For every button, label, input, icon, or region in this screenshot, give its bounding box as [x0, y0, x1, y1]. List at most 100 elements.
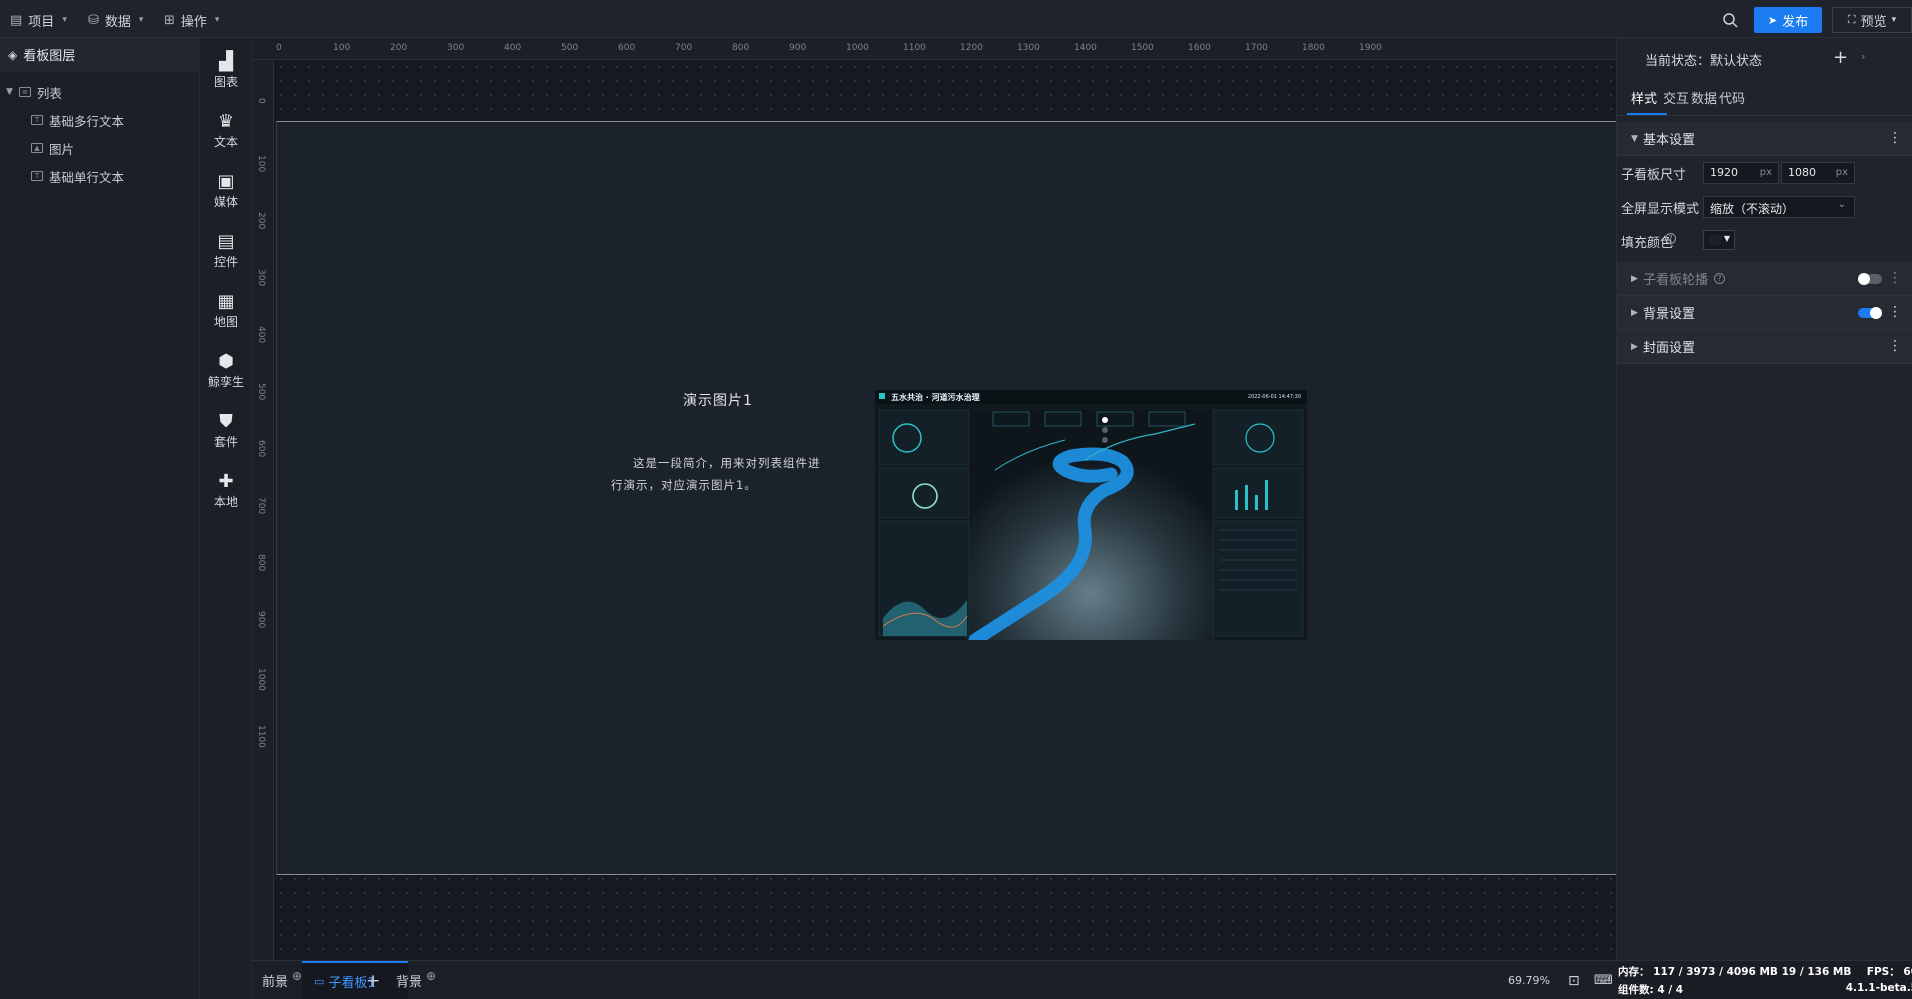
chevron-down-icon: ▾: [62, 15, 67, 25]
properties-panel: 当前状态：默认状态 + › 样式 交互 数据 代码 ▼ 基本设置 ⋮ 子看板尺寸…: [1616, 38, 1912, 960]
fullscreen-mode-select[interactable]: 缩放（不滚动） ⌄: [1703, 196, 1855, 218]
chevron-right-icon[interactable]: ›: [1861, 50, 1865, 63]
component-local[interactable]: ✚ 本地: [200, 466, 252, 516]
fullscreen-icon: ⛶: [1847, 13, 1856, 26]
layer-item-multiline-text[interactable]: T 基础多行文本: [0, 106, 199, 134]
carousel-dot[interactable]: [1102, 427, 1108, 433]
background-toggle[interactable]: [1858, 307, 1882, 319]
canvas-area[interactable]: 0 100 200 300 400 500 600 700 800 900 1000 1100 1200…: [252, 38, 1616, 960]
layer-group-list[interactable]: ▼ ≡ 列表: [0, 78, 199, 106]
board-height-input[interactable]: 1080 px: [1781, 162, 1855, 184]
fullscreen-mode-value: 缩放（不滚动）: [1710, 202, 1795, 216]
menu-data[interactable]: ⛁ 数据 ▾: [88, 10, 143, 30]
component-kit-label: 套件: [213, 434, 238, 449]
ruler-tick-label: 100: [256, 155, 266, 173]
component-kit[interactable]: ⛊ 套件: [200, 406, 252, 456]
active-tab-indicator: [1627, 113, 1667, 115]
more-vertical-icon[interactable]: ⋮: [1888, 338, 1902, 354]
carousel-dot[interactable]: [1102, 437, 1108, 443]
zoom-level[interactable]: 69.79%: [1508, 974, 1550, 987]
section-background-settings[interactable]: ▶ 背景设置 ⋮: [1617, 296, 1912, 330]
ruler-vertical[interactable]: 0 100 200 300 400 500 600 700 800 900 1000 1100: [252, 60, 274, 960]
section-cover-settings[interactable]: ▶ 封面设置 ⋮: [1617, 330, 1912, 364]
bar-chart-icon: ▟: [219, 50, 233, 72]
layer-item-singleline-text[interactable]: T 基础单行文本: [0, 162, 199, 190]
more-vertical-icon[interactable]: ⋮: [1888, 304, 1902, 320]
list-caption-description[interactable]: 这是一段简介，用来对列表组件进行演示，对应演示图片1。: [611, 452, 821, 496]
puzzle-icon: ✚: [218, 470, 234, 492]
layer-item-image[interactable]: ▲ 图片: [0, 134, 199, 162]
toggle-knob: [1858, 273, 1870, 285]
image-clock-text: 2022-06-01 14:47:30: [1247, 394, 1301, 400]
text-icon: T: [31, 115, 43, 125]
more-vertical-icon[interactable]: ⋮: [1888, 130, 1902, 146]
more-vertical-icon[interactable]: ⋮: [1888, 270, 1902, 286]
fps-status: FPS： 60: [1866, 966, 1912, 978]
demo-image[interactable]: 五水共治 · 河道污水治理 2022-06-01 14:47:30: [875, 390, 1307, 640]
component-map[interactable]: ▦ 地图: [200, 286, 252, 336]
list-caption-title[interactable]: 演示图片1: [683, 390, 813, 410]
ruler-tick-label: 0: [256, 98, 266, 104]
component-chart-label: 图表: [213, 74, 238, 89]
component-media[interactable]: ▣ 媒体: [200, 166, 252, 216]
keyboard-button[interactable]: ⌨: [1594, 961, 1613, 999]
ruler-tick-label: 1000: [846, 43, 869, 53]
menu-project[interactable]: ▤ 项目 ▾: [10, 10, 67, 30]
component-text-label: 文本: [213, 134, 238, 149]
fill-color-picker[interactable]: ▼: [1703, 230, 1735, 250]
cube-icon: ⬢: [218, 350, 234, 372]
section-carousel-label: 子看板轮播: [1643, 273, 1709, 288]
ruler-tick-label: 600: [618, 43, 636, 53]
carousel-dot[interactable]: [1102, 417, 1108, 423]
section-cover-label: 封面设置: [1643, 341, 1696, 356]
section-basic-settings[interactable]: ▼ 基本设置 ⋮: [1617, 122, 1912, 156]
help-icon[interactable]: ?: [1714, 273, 1726, 284]
add-board-button[interactable]: +: [366, 961, 380, 999]
artboard[interactable]: 演示图片1 这是一段简介，用来对列表组件进行演示，对应演示图片1。 五水共治 ·…: [276, 121, 1616, 875]
section-sub-board-carousel[interactable]: ▶ 子看板轮播 ? ⋮: [1617, 262, 1912, 296]
ruler-tick-label: 1200: [960, 43, 983, 53]
ruler-horizontal[interactable]: 0 100 200 300 400 500 600 700 800 900 1000 1100 1200…: [252, 38, 1616, 60]
menu-operation[interactable]: ⊞ 操作 ▾: [164, 10, 219, 30]
component-twin[interactable]: ⬢ 鲸孪生: [200, 346, 252, 396]
plus-icon: +: [366, 970, 381, 991]
component-control[interactable]: ▤ 控件: [200, 226, 252, 276]
chevron-down-icon: ⌄: [1837, 199, 1846, 210]
state-row: 当前状态：默认状态 + ›: [1617, 38, 1912, 80]
ruler-tick-label: 900: [789, 43, 807, 53]
add-circle-icon[interactable]: ⊕: [426, 969, 436, 983]
carousel-toggle[interactable]: [1858, 273, 1882, 285]
tab-data[interactable]: 数据: [1691, 88, 1717, 107]
add-circle-icon[interactable]: ⊕: [292, 969, 302, 983]
caret-right-icon: ▶: [1631, 307, 1638, 318]
component-media-label: 媒体: [213, 194, 238, 209]
shirt-icon: ⛊: [219, 410, 233, 432]
tab-interaction[interactable]: 交互: [1663, 88, 1689, 107]
board-width-input[interactable]: 1920 px: [1703, 162, 1779, 184]
tab-foreground-label: 前景: [262, 975, 289, 990]
tab-sub-board[interactable]: ▭ 子看板1: [302, 961, 408, 999]
image-icon: ▲: [31, 143, 43, 153]
props-tabs: 样式 交互 数据 代码: [1617, 80, 1912, 116]
preview-button[interactable]: ⛶ 预览 ▾: [1832, 7, 1912, 33]
fill-color-row: 填充颜色 ? ▼: [1617, 224, 1912, 258]
tab-style[interactable]: 样式: [1631, 88, 1657, 107]
plus-icon[interactable]: +: [1833, 47, 1848, 68]
tab-background[interactable]: 背景 ⊕: [396, 961, 436, 999]
layers-icon: ◈: [8, 47, 18, 62]
tab-foreground[interactable]: 前景 ⊕: [262, 961, 302, 999]
ruler-tick-label: 1700: [1245, 43, 1268, 53]
caret-right-icon: ▶: [1631, 273, 1638, 284]
ruler-tick-label: 1100: [903, 43, 926, 53]
fit-screen-button[interactable]: ⊡: [1568, 961, 1580, 999]
tab-code[interactable]: 代码: [1719, 88, 1745, 107]
layer-panel-title: 看板图层: [23, 49, 76, 64]
send-icon: ➤: [1767, 13, 1778, 27]
publish-button[interactable]: ➤ 发布: [1754, 7, 1822, 33]
help-icon[interactable]: ?: [1665, 233, 1676, 244]
search-button[interactable]: [1720, 10, 1740, 30]
component-chart[interactable]: ▟ 图表: [200, 46, 252, 96]
component-control-label: 控件: [213, 254, 238, 269]
component-text[interactable]: ♛ 文本: [200, 106, 252, 156]
ruler-tick-label: 0: [276, 43, 282, 53]
